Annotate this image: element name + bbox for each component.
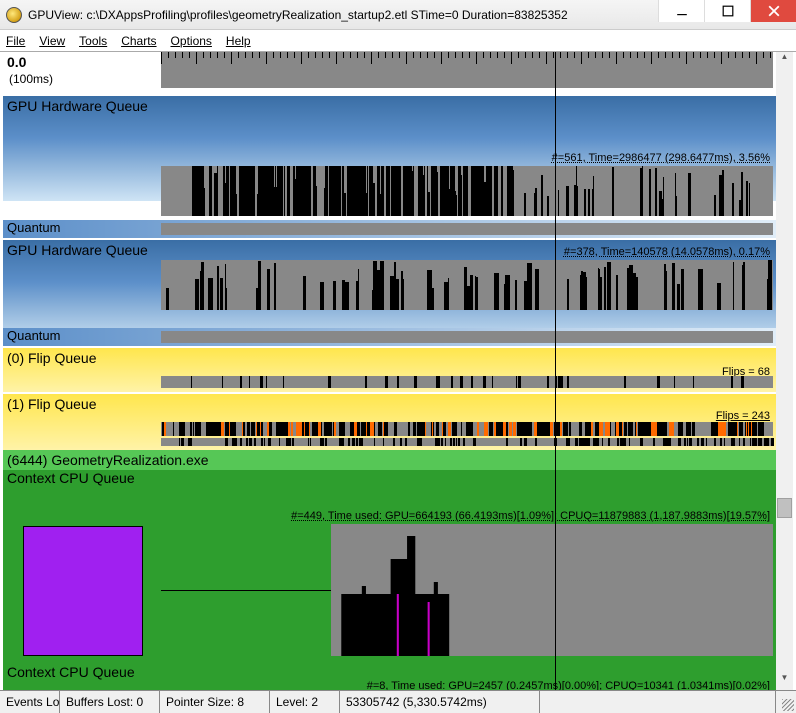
context-cpu-queue-1-title: Context CPU Queue [3, 470, 776, 486]
flip-queue-0-graph[interactable] [161, 376, 773, 388]
resize-grip-icon[interactable] [776, 691, 796, 713]
cpu-q1-graph[interactable] [331, 524, 773, 656]
flip-queue-0-title: (0) Flip Queue [3, 348, 776, 368]
time-ruler[interactable]: 0.0 (100ms) [3, 52, 776, 96]
menu-help[interactable]: Help [226, 34, 251, 48]
quantum-label-2: Quantum [7, 328, 60, 343]
context-cpu-queue-2-stats: #=8, Time used: GPU=2457 (0.2457ms)[0.00… [367, 680, 770, 690]
minimize-button[interactable] [658, 0, 704, 22]
cpu-q1-histogram [331, 524, 773, 656]
flip-queue-0: (0) Flip Queue Flips = 68 [3, 348, 776, 392]
menu-tools[interactable]: Tools [79, 34, 107, 48]
flip-queue-1-graph2[interactable] [161, 438, 773, 446]
context-cpu-queue-1: Context CPU Queue #=449, Time used: GPU=… [3, 470, 776, 664]
context-cpu-queue-2-title: Context CPU Queue [3, 664, 776, 680]
gpu-hw-queue-2-graph[interactable] [161, 260, 773, 310]
process-section: (6444) GeometryRealization.exe Context C… [3, 450, 776, 690]
quantum-graph-2[interactable] [161, 331, 773, 343]
gpu-hw-queue-1-stats: #=561, Time=2986477 (298.6477ms), 3.56% [552, 152, 770, 164]
menubar: File View Tools Charts Options Help [0, 30, 796, 52]
status-events: Events Lo [0, 691, 60, 713]
menu-options[interactable]: Options [171, 34, 212, 48]
flip-queue-1-stats: Flips = 243 [716, 410, 770, 422]
quantum-row-2: Quantum [3, 328, 776, 346]
ruler-value: 0.0 [7, 54, 26, 70]
time-cursor[interactable] [555, 52, 556, 690]
quantum-label-1: Quantum [7, 220, 60, 235]
barcode-4b [161, 438, 773, 446]
ruler-unit: (100ms) [9, 72, 53, 86]
flip-queue-1-title: (1) Flip Queue [3, 394, 776, 414]
maximize-button[interactable] [704, 0, 750, 22]
gpu-hw-queue-1-graph[interactable] [161, 166, 773, 216]
main-panel: 0.0 (100ms) GPU Hardware Queue #=561, Ti… [3, 52, 793, 690]
status-empty [540, 691, 776, 713]
close-button[interactable] [750, 0, 796, 22]
barcode-1 [161, 166, 773, 216]
quantum-row-1: Quantum [3, 220, 776, 238]
context-cpu-queue-1-thumb[interactable] [23, 526, 143, 656]
titlebar: GPUView: c:\DXAppsProfiling\profiles\geo… [0, 0, 796, 30]
app-icon [6, 7, 22, 23]
barcode-3 [161, 376, 773, 388]
status-pointer: Pointer Size: 8 [160, 691, 270, 713]
barcode-2 [161, 260, 773, 310]
menu-view[interactable]: View [39, 34, 65, 48]
flip-queue-1: (1) Flip Queue Flips = 243 [3, 394, 776, 450]
ruler-graph[interactable] [161, 52, 773, 88]
cpu-q1-line [161, 590, 331, 591]
flip-queue-1-graph[interactable] [161, 422, 773, 436]
scroll-up-icon[interactable]: ▲ [776, 52, 793, 69]
gpu-hw-queue-1: GPU Hardware Queue #=561, Time=2986477 (… [3, 96, 776, 201]
quantum-graph-1[interactable] [161, 223, 773, 235]
vertical-scrollbar[interactable]: ▲ ▼ [776, 52, 793, 690]
gpu-hw-queue-1-title: GPU Hardware Queue [3, 96, 776, 116]
status-level: Level: 2 [270, 691, 340, 713]
menu-file[interactable]: File [6, 34, 25, 48]
scroll-thumb[interactable] [777, 498, 792, 518]
tracks[interactable]: 0.0 (100ms) GPU Hardware Queue #=561, Ti… [3, 52, 776, 690]
window-buttons [658, 0, 796, 22]
context-cpu-queue-2: Context CPU Queue #=8, Time used: GPU=24… [3, 664, 776, 690]
scroll-down-icon[interactable]: ▼ [776, 673, 793, 690]
process-title: (6444) GeometryRealization.exe [3, 450, 776, 470]
gpu-hw-queue-2-stats: #=378, Time=140578 (14.0578ms), 0.17% [564, 246, 770, 258]
statusbar: Events Lo Buffers Lost: 0 Pointer Size: … [0, 690, 796, 713]
context-cpu-queue-1-stats: #=449, Time used: GPU=664193 (66.4193ms)… [291, 510, 770, 522]
status-buffers: Buffers Lost: 0 [60, 691, 160, 713]
menu-charts[interactable]: Charts [121, 34, 156, 48]
barcode-4 [161, 422, 773, 436]
status-time: 53305742 (5,330.5742ms) [340, 691, 540, 713]
